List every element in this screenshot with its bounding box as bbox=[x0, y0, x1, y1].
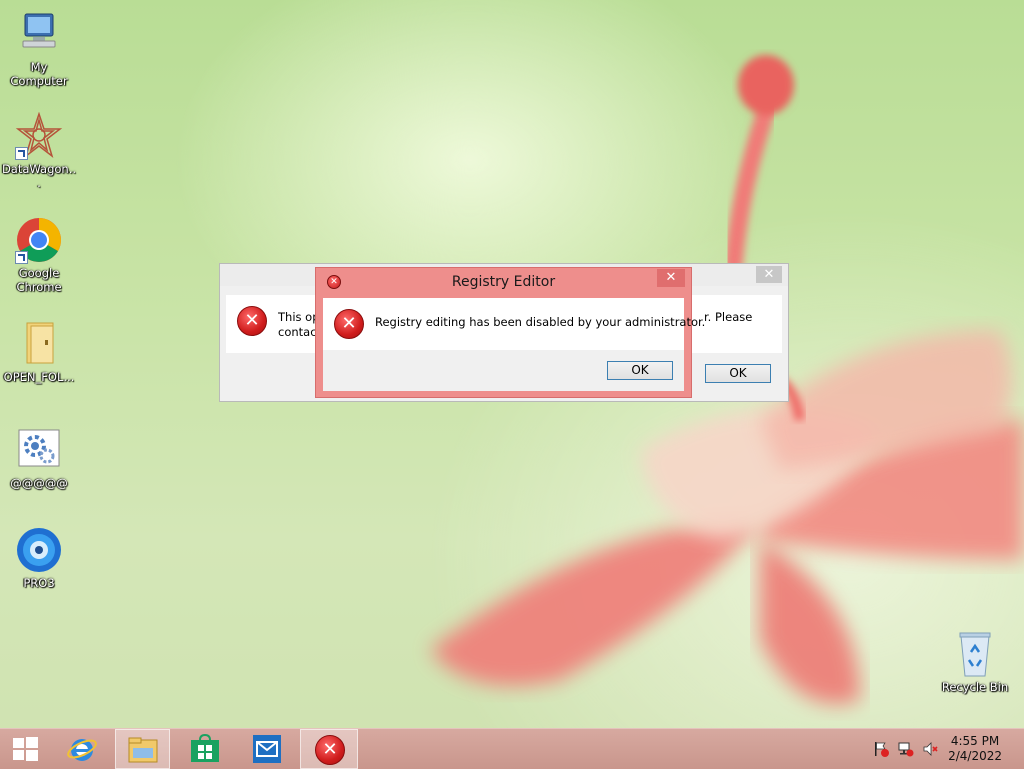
close-button[interactable]: ✕ bbox=[657, 269, 685, 287]
taskbar-store[interactable] bbox=[178, 729, 233, 769]
close-button[interactable]: ✕ bbox=[756, 266, 782, 283]
clock-time: 4:55 PM bbox=[950, 734, 1000, 748]
computer-icon bbox=[15, 10, 63, 58]
desktop-icon-pro3[interactable]: PRO3 bbox=[1, 526, 77, 590]
recycle-bin-icon bbox=[951, 630, 999, 678]
desktop-icon-label: @@@@@ bbox=[10, 476, 68, 490]
desktop-icon-my-computer[interactable]: My Computer bbox=[1, 10, 77, 88]
windows-logo-icon bbox=[13, 737, 38, 761]
desktop-icon-label: My Computer bbox=[10, 60, 68, 88]
desktop-icon-label: DataWagon... bbox=[1, 162, 77, 190]
action-center-flag-icon[interactable] bbox=[873, 741, 889, 757]
taskbar-internet-explorer[interactable] bbox=[55, 729, 110, 769]
start-button[interactable] bbox=[0, 729, 50, 769]
internet-explorer-icon bbox=[67, 739, 97, 761]
dialog-client: ✕ Registry editing has been disabled by … bbox=[323, 298, 705, 391]
mail-icon bbox=[253, 735, 281, 763]
desktop-icon-label: OPEN_FOL... bbox=[3, 370, 75, 384]
close-icon: ✕ bbox=[665, 270, 677, 285]
desktop-icon-google-chrome[interactable]: Google Chrome bbox=[1, 216, 77, 294]
dialog-message-fragment: r. Please bbox=[704, 310, 753, 324]
clock-date: 2/4/2022 bbox=[948, 749, 1002, 763]
folder-icon bbox=[15, 320, 63, 368]
taskbar-mail[interactable] bbox=[240, 729, 295, 769]
desktop-icon-label: PRO3 bbox=[23, 576, 55, 590]
error-icon: ✕ bbox=[237, 306, 267, 336]
error-icon: ✕ bbox=[315, 735, 345, 765]
store-icon bbox=[191, 734, 219, 762]
shortcut-arrow-icon bbox=[15, 147, 28, 160]
taskbar-file-explorer[interactable] bbox=[115, 729, 170, 769]
taskbar: ✕ 4:55 PM 2/4/2022 bbox=[0, 728, 1024, 769]
shortcut-arrow-icon bbox=[15, 251, 28, 264]
datawagon-icon bbox=[15, 111, 63, 160]
desktop-icon-label: Google Chrome bbox=[16, 266, 62, 294]
close-icon: ✕ bbox=[763, 267, 775, 282]
desktop-icon-datawagon[interactable]: DataWagon... bbox=[1, 111, 77, 190]
error-icon: ✕ bbox=[334, 309, 364, 339]
dialog-body: ✕ Registry editing has been disabled by … bbox=[323, 298, 705, 350]
ok-button[interactable]: OK bbox=[705, 364, 771, 383]
chrome-icon bbox=[15, 216, 63, 264]
desktop-icon-at-signs[interactable]: @@@@@ bbox=[1, 426, 77, 490]
desktop-icon-label: Recycle Bin bbox=[941, 680, 1009, 694]
dialog-message: Registry editing has been disabled by yo… bbox=[375, 315, 706, 329]
ok-button[interactable]: OK bbox=[607, 361, 673, 380]
taskbar-clock[interactable]: 4:55 PM 2/4/2022 bbox=[948, 734, 1002, 764]
registry-editor-dialog[interactable]: ✕ Registry Editor ✕ ✕ Registry editing h… bbox=[315, 267, 705, 398]
taskbar-registry-error[interactable]: ✕ bbox=[300, 729, 358, 769]
network-icon[interactable] bbox=[898, 741, 914, 757]
desktop-icon-recycle-bin[interactable]: Recycle Bin bbox=[937, 630, 1013, 694]
settings-file-icon bbox=[15, 426, 63, 474]
dialog-title: Registry Editor bbox=[451, 274, 556, 290]
volume-muted-icon[interactable] bbox=[922, 741, 938, 757]
disc-icon bbox=[15, 526, 63, 574]
folder-icon bbox=[128, 737, 158, 763]
desktop-icon-open-folder[interactable]: OPEN_FOL... bbox=[1, 320, 77, 384]
